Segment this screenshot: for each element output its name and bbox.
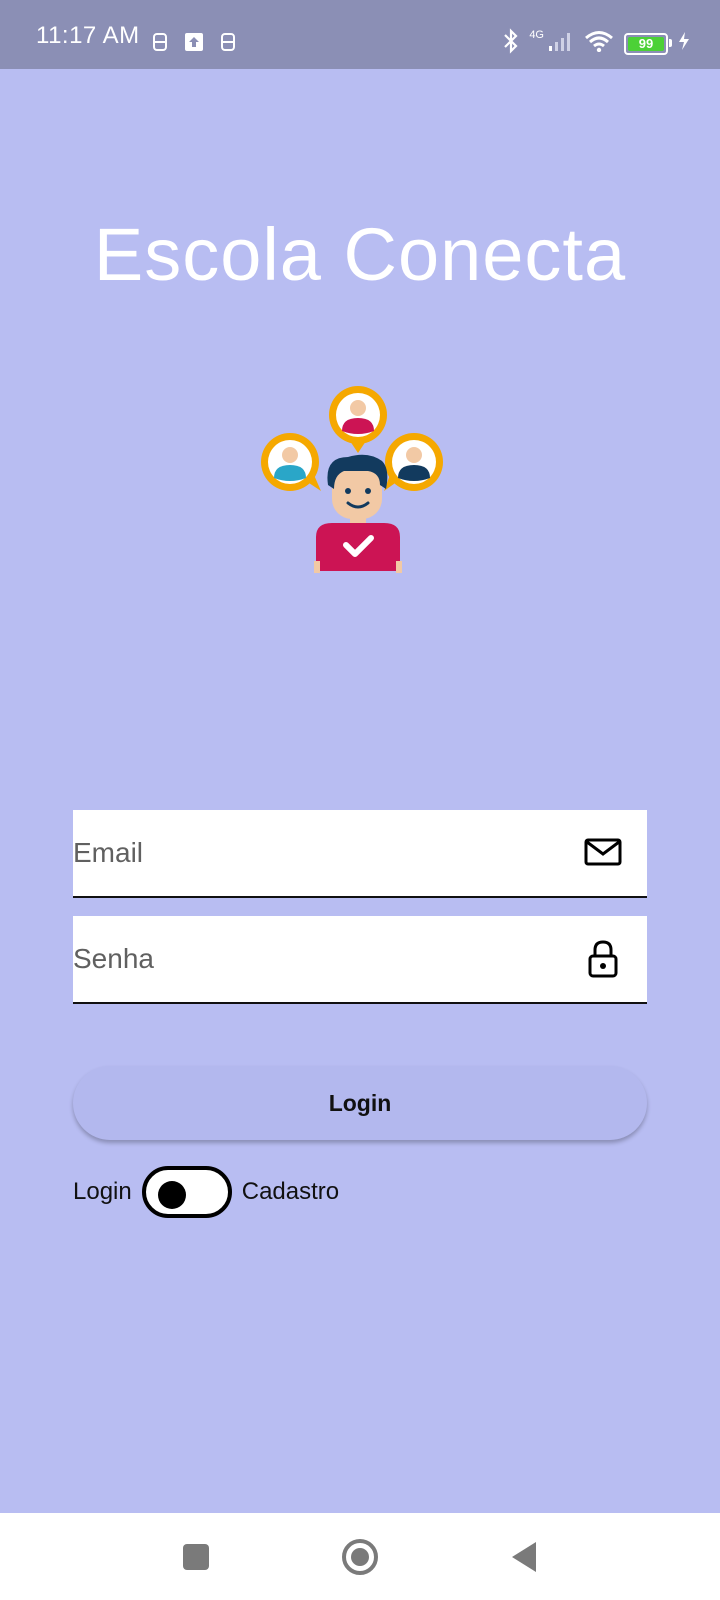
status-right-icons: 4G 99 — [503, 28, 690, 59]
upload-icon — [184, 32, 204, 52]
mode-toggle-switch[interactable] — [141, 1166, 232, 1218]
battery-level: 99 — [638, 36, 654, 51]
email-field[interactable] — [73, 810, 647, 898]
recents-icon[interactable] — [174, 1535, 218, 1579]
signal-icon — [548, 30, 574, 57]
battery-tip — [669, 38, 672, 47]
sim-status-icon — [218, 32, 238, 52]
password-field[interactable] — [73, 916, 647, 1004]
connected-people-icon — [258, 385, 458, 585]
mail-icon — [583, 832, 623, 872]
bluetooth-icon — [503, 28, 519, 59]
status-time: 11:17 AM — [36, 22, 140, 49]
app-title: Escola Conecta — [93, 213, 627, 296]
login-register-toggle-row: Login Cadastro — [73, 1162, 339, 1222]
back-icon[interactable] — [503, 1535, 547, 1579]
lock-icon — [583, 938, 623, 978]
sim-status-icon — [150, 32, 170, 52]
battery-icon: 99 — [624, 32, 672, 55]
toggle-knob — [157, 1181, 186, 1209]
email-input[interactable] — [73, 810, 543, 896]
login-button[interactable]: Login — [73, 1066, 647, 1140]
toggle-label-register: Cadastro — [241, 1178, 340, 1205]
status-bar: 11:17 AM 4G 99 — [0, 0, 720, 69]
password-input[interactable] — [73, 916, 543, 1002]
notification-icons — [150, 30, 238, 54]
toggle-label-login: Login — [73, 1178, 132, 1205]
home-icon[interactable] — [338, 1535, 382, 1579]
system-nav-bar — [0, 1513, 720, 1600]
wifi-icon — [584, 30, 614, 57]
charging-icon — [678, 31, 690, 56]
network-type-label: 4G — [529, 28, 544, 41]
